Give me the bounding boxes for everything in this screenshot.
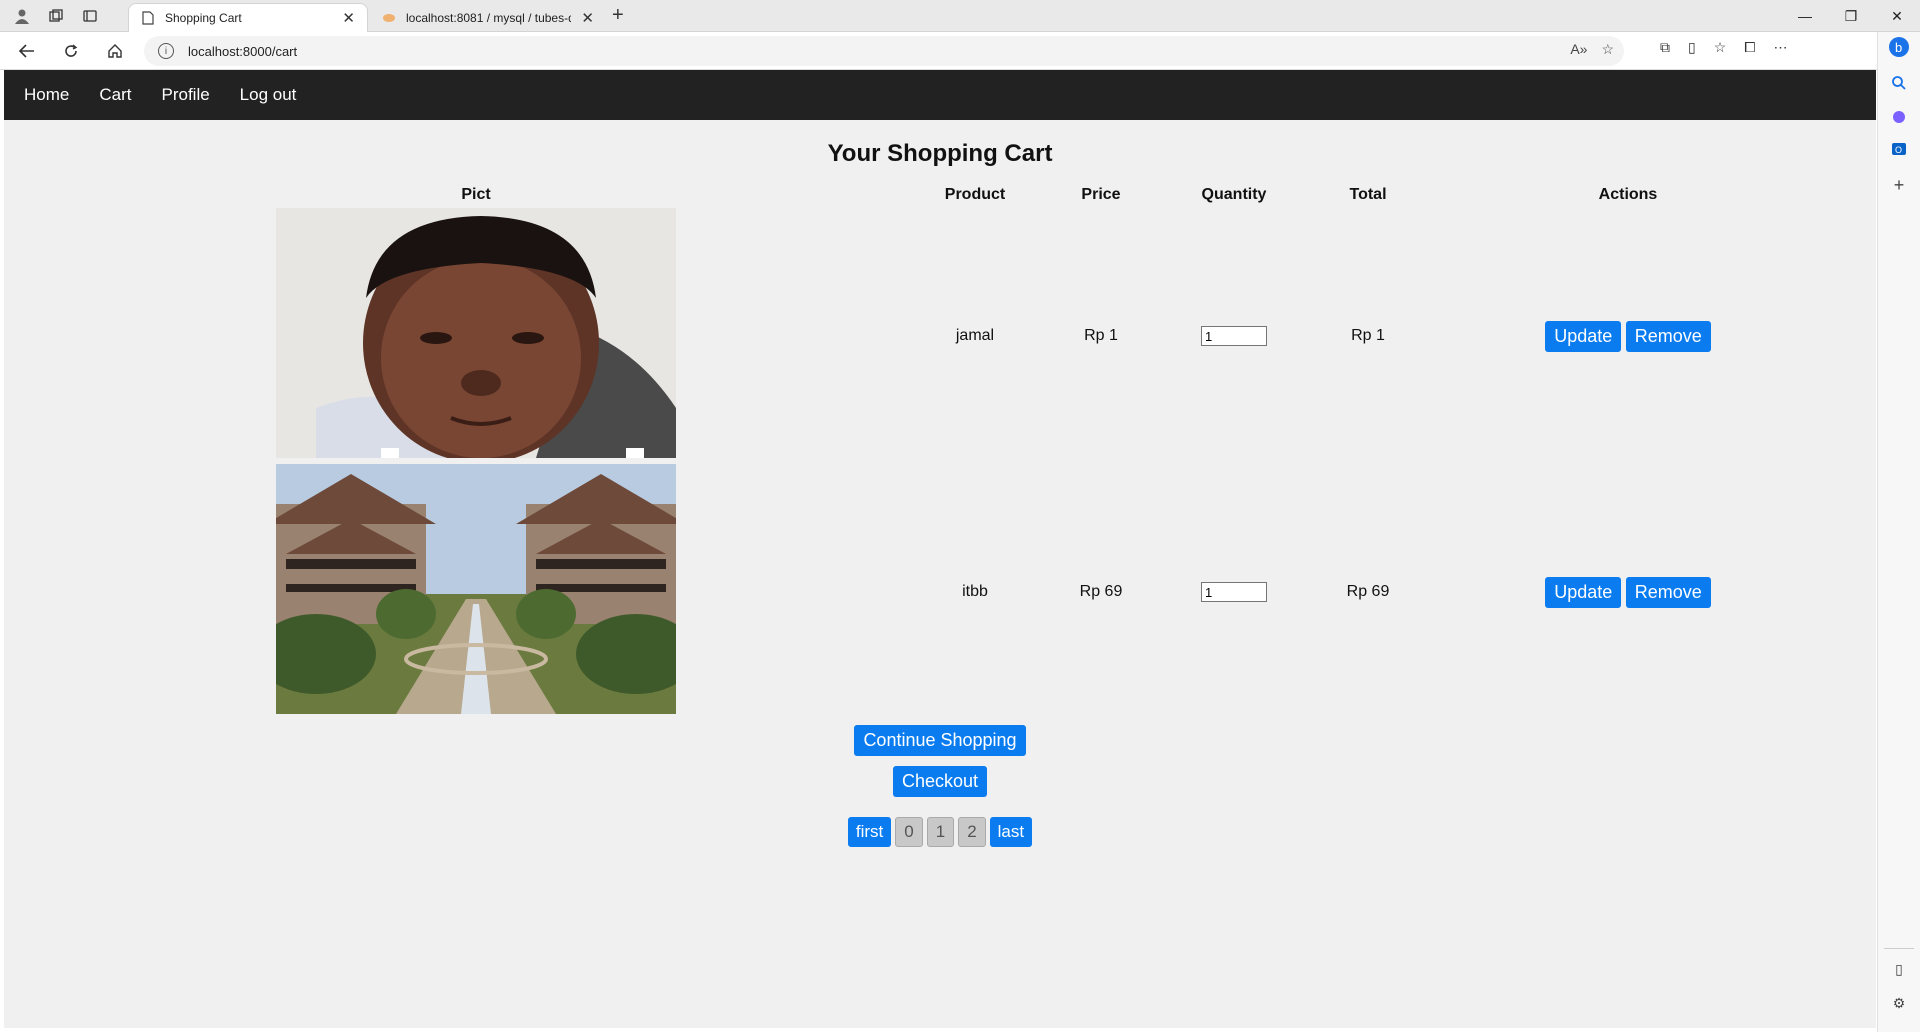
checkout-button[interactable]: Checkout [892,766,988,797]
total-cell: Rp 1 [1351,327,1385,344]
price-cell: Rp 1 [1084,327,1118,344]
header-quantity: Quantity [1201,186,1267,203]
table-row: jamal Rp 1 Rp 1 Update Remove [276,208,1808,464]
tab-title: Shopping Cart [165,11,242,25]
favorite-star-icon[interactable]: ☆ [1601,41,1614,58]
top-navbar: Home Cart Profile Log out [4,70,1876,120]
page-icon [141,11,155,25]
page-button-0[interactable]: 0 [895,817,923,847]
edge-sidebar: b O + ▯ ⚙ [1877,32,1920,1032]
page-first-button[interactable]: first [847,817,892,847]
pict-cell [276,208,676,464]
header-price: Price [1081,186,1121,203]
site-info-icon[interactable]: i [158,43,174,59]
remove-button[interactable]: Remove [1625,576,1711,608]
tools-icon[interactable] [1888,106,1910,128]
product-image-jamal [276,208,676,458]
bing-copilot-icon[interactable]: b [1888,36,1910,58]
product-cell: itbb [962,583,988,600]
page-button-1[interactable]: 1 [926,817,955,847]
quantity-cell [1180,208,1288,464]
collections-icon[interactable]: ⧠ [1744,39,1755,56]
update-button[interactable]: Update [1545,576,1622,608]
settings-gear-icon[interactable]: ⚙ [1888,992,1910,1014]
page-button-2[interactable]: 2 [958,817,986,847]
nav-link-profile[interactable]: Profile [146,85,224,105]
page-viewport: Home Cart Profile Log out Your Shopping … [4,70,1876,1028]
refresh-icon[interactable] [58,39,84,63]
nav-link-logout[interactable]: Log out [225,85,312,105]
tab-shopping-cart[interactable]: Shopping Cart ✕ [128,3,368,32]
header-product: Product [944,186,1006,203]
tab-title: localhost:8081 / mysql / tubes-di [406,10,572,25]
product-image-itbb [276,464,676,714]
spacer-cell [676,208,928,464]
header-total: Total [1349,186,1387,203]
remove-button[interactable]: Remove [1625,320,1711,352]
phpmyadmin-icon [382,11,396,25]
table-row: itbb Rp 69 Rp 69 Update Remove [276,464,1808,720]
close-tab-icon[interactable]: ✕ [581,9,594,27]
continue-shopping-button[interactable]: Continue Shopping [854,725,1026,756]
cart-table: Pict Product Price Quantity Total Action… [276,182,1808,720]
header-actions: Actions [1598,186,1658,203]
split-screen-icon[interactable]: ▯ [1688,39,1696,56]
price-cell: Rp 69 [1079,583,1123,600]
spacer-cell [676,464,928,720]
header-spacer [676,182,928,208]
minimize-icon[interactable]: — [1782,0,1828,32]
profile-icon[interactable] [8,4,36,28]
quantity-input[interactable] [1201,326,1267,346]
nav-link-cart[interactable]: Cart [84,85,146,105]
workspaces-icon[interactable] [42,4,70,28]
home-icon[interactable] [102,39,128,63]
add-sidebar-app-icon[interactable]: + [1888,174,1910,196]
new-tab-icon[interactable]: + [612,4,624,27]
restore-icon[interactable]: ❐ [1828,0,1874,32]
total-cell: Rp 69 [1346,583,1390,600]
browser-tab-strip: Shopping Cart ✕ localhost:8081 / mysql /… [0,0,1920,32]
pict-cell [276,464,676,720]
tab-actions-icon[interactable] [76,4,104,28]
quantity-cell [1180,464,1288,720]
tab-phpmyadmin[interactable]: localhost:8081 / mysql / tubes-di ✕ [370,3,606,32]
outlook-icon[interactable]: O [1888,138,1910,160]
page-last-button[interactable]: last [989,817,1033,847]
checkout-row: Checkout [4,766,1876,797]
page-title: Your Shopping Cart [827,140,1053,167]
close-tab-icon[interactable]: ✕ [342,9,355,27]
read-aloud-icon[interactable]: A» [1570,41,1587,58]
update-button[interactable]: Update [1545,320,1622,352]
address-bar-row: i localhost:8000/cart A» ☆ ⧉ ▯ ☆ ⧠ ⋯ [0,32,1920,70]
actions-cell: Update Remove [1448,464,1808,720]
table-header-row: Pict Product Price Quantity Total Action… [276,182,1808,208]
actions-cell: Update Remove [1448,208,1808,464]
nav-link-home[interactable]: Home [20,85,84,105]
svg-text:O: O [1895,145,1902,155]
hide-sidebar-icon[interactable]: ▯ [1888,958,1910,980]
favorites-icon[interactable]: ☆ [1714,39,1727,56]
header-pict: Pict [461,186,491,203]
search-icon[interactable] [1888,72,1910,94]
url-field[interactable]: i localhost:8000/cart A» ☆ [144,36,1624,66]
back-icon[interactable] [14,39,40,63]
url-text: localhost:8000/cart [188,43,298,59]
quantity-input[interactable] [1201,582,1267,602]
sidebar-divider [1884,948,1914,949]
svg-text:b: b [1895,40,1902,55]
product-cell: jamal [955,327,995,344]
close-window-icon[interactable]: ✕ [1874,0,1920,32]
extensions-icon[interactable]: ⧉ [1660,39,1670,56]
more-menu-icon[interactable]: ⋯ [1773,39,1787,56]
pagination: first 0 1 2 last [4,817,1876,847]
continue-row: Continue Shopping [4,725,1876,756]
